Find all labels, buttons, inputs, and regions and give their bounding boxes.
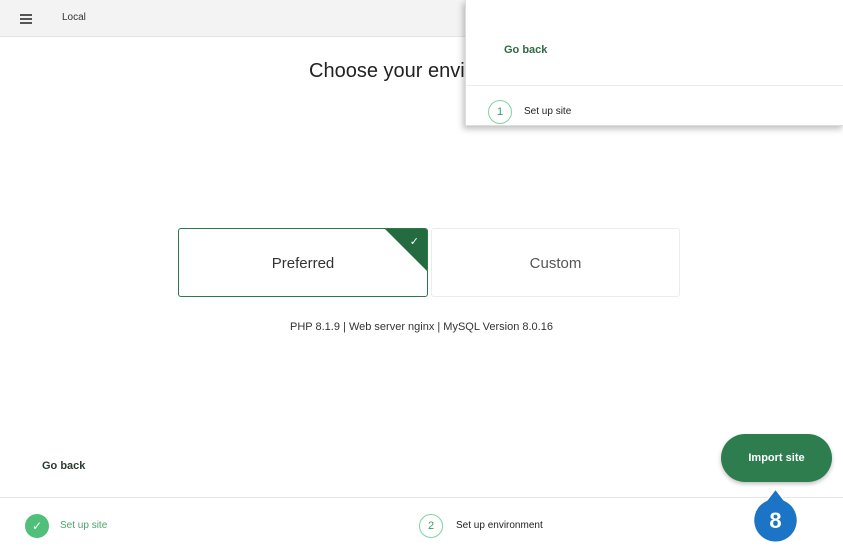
callout-number: 8 [769,508,782,533]
hamburger-menu-icon[interactable] [20,14,32,24]
environment-details: PHP 8.1.9 | Web server nginx | MySQL Ver… [0,321,843,333]
go-back-link[interactable]: Go back [42,460,85,472]
app-title: Local [62,12,86,23]
check-icon: ✓ [409,236,419,248]
zoom-step-label: Set up site [524,106,572,117]
step-number-icon: 2 [419,514,443,538]
environment-details-text: PHP 8.1.9 | Web server nginx | MySQL Ver… [290,321,553,333]
step-set-up-site-label: Set up site [60,520,108,531]
option-custom[interactable]: Custom [431,228,680,297]
zoom-go-back-link[interactable]: Go back [504,44,547,56]
step-set-up-environment-label: Set up environment [456,520,543,531]
option-custom-label: Custom [529,255,582,272]
zoom-inset: Go back 1 Set up site [465,0,843,126]
divider [466,85,843,86]
option-preferred[interactable]: ✓ Preferred [178,228,428,297]
import-site-button[interactable]: Import site [721,434,832,482]
check-icon: ✓ [25,514,49,538]
environment-toggle: ✓ Preferred Custom [178,228,680,299]
step-footer: ✓ Set up site 2 Set up environment [0,497,843,557]
callout-marker: 8 [748,487,803,550]
step-number-icon: 1 [488,100,512,124]
option-preferred-label: Preferred [271,255,335,272]
